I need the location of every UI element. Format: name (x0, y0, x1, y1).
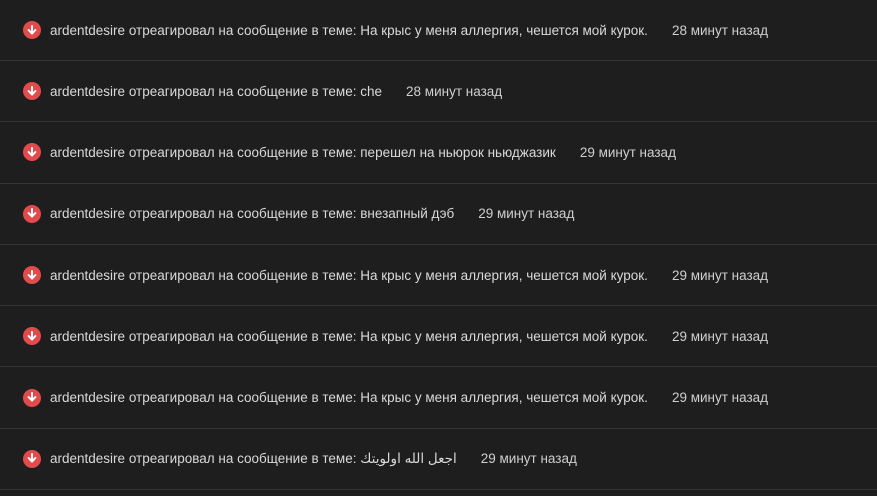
down-arrow-circle-icon (23, 388, 41, 407)
thread-link[interactable]: На крыс у меня аллергия, чешется мой кур… (360, 268, 648, 283)
notification-text: ardentdesire отреагировал на сообщение в… (50, 268, 648, 283)
action-text: отреагировал на сообщение в теме: (128, 22, 357, 38)
notification-text: ardentdesire отреагировал на сообщение в… (50, 84, 382, 99)
timestamp: 29 минут назад (579, 144, 676, 160)
action-text: отреагировал на сообщение в теме: (128, 450, 357, 466)
down-arrow-circle-icon (23, 143, 41, 162)
user-link[interactable]: ardentdesire (50, 145, 125, 160)
action-text: отреагировал на сообщение в теме: (128, 83, 357, 99)
down-arrow-circle-icon (23, 266, 41, 285)
timestamp: 28 минут назад (671, 22, 769, 38)
notification-item[interactable]: ardentdesire отреагировал на сообщение в… (0, 122, 877, 184)
notification-list: ardentdesire отреагировал на сообщение в… (0, 0, 877, 496)
down-arrow-circle-icon (23, 327, 41, 346)
action-text: отреагировал на сообщение в теме: (128, 267, 357, 283)
timestamp: 29 минут назад (671, 390, 769, 406)
thread-link[interactable]: На крыс у меня аллергия, чешется мой кур… (360, 390, 648, 405)
user-link[interactable]: ardentdesire (50, 329, 125, 344)
notification-item[interactable]: ardentdesire отреагировал на сообщение в… (0, 306, 877, 368)
thread-link[interactable]: внезапный дэб (360, 206, 454, 221)
notification-text: ardentdesire отреагировал на сообщение в… (50, 329, 648, 344)
user-link[interactable]: ardentdesire (50, 206, 125, 221)
notification-text: ardentdesire отреагировал на сообщение в… (50, 206, 454, 221)
thread-link[interactable]: che (360, 84, 382, 99)
notification-item[interactable]: ardentdesire отреагировал на сообщение в… (0, 245, 877, 307)
notification-text: ardentdesire отреагировал на сообщение в… (50, 451, 457, 467)
down-arrow-circle-icon (23, 204, 41, 223)
thread-link[interactable]: На крыс у меня аллергия, чешется мой кур… (360, 23, 648, 38)
action-text: отреагировал на сообщение в теме: (128, 144, 357, 160)
notification-item[interactable]: ardentdesire отреагировал на сообщение в… (0, 429, 877, 491)
timestamp: 29 минут назад (671, 328, 769, 344)
down-arrow-circle-icon (23, 21, 41, 39)
user-link[interactable]: ardentdesire (50, 451, 125, 466)
notification-text: ardentdesire отреагировал на сообщение в… (50, 390, 648, 405)
timestamp: 29 минут назад (480, 451, 577, 467)
down-arrow-circle-icon (23, 449, 41, 468)
thread-link[interactable]: На крыс у меня аллергия, чешется мой кур… (360, 329, 648, 344)
action-text: отреагировал на сообщение в теме: (128, 328, 357, 344)
timestamp: 28 минут назад (406, 83, 503, 99)
notification-item[interactable]: ardentdesire отреагировал на сообщение в… (0, 184, 877, 245)
action-text: отреагировал на сообщение в теме: (128, 206, 357, 222)
notification-item[interactable]: ardentdesire отреагировал на сообщение в… (0, 367, 877, 429)
thread-link[interactable]: перешел на ньюрок ньюджазик (360, 145, 556, 160)
thread-link[interactable]: اجعل الله اولويتك (360, 451, 456, 466)
down-arrow-circle-icon (23, 82, 41, 101)
timestamp: 29 минут назад (478, 206, 575, 222)
user-link[interactable]: ardentdesire (50, 84, 125, 99)
notification-text: ardentdesire отреагировал на сообщение в… (50, 145, 556, 160)
notification-text: ardentdesire отреагировал на сообщение в… (50, 23, 648, 38)
notification-item[interactable]: ardentdesire отреагировал на сообщение в… (0, 61, 877, 123)
notification-item[interactable]: ardentdesire отреагировал на сообщение в… (0, 0, 877, 61)
action-text: отреагировал на сообщение в теме: (128, 390, 357, 406)
user-link[interactable]: ardentdesire (50, 23, 125, 38)
timestamp: 29 минут назад (671, 267, 769, 283)
user-link[interactable]: ardentdesire (50, 268, 125, 283)
user-link[interactable]: ardentdesire (50, 390, 125, 405)
